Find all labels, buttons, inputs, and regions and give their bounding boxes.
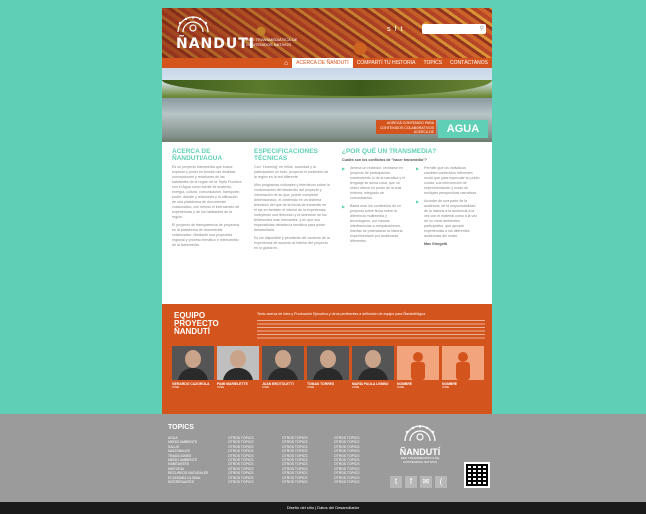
search-input[interactable] [422,31,478,41]
footer-logo-subtitle: RED TRANSMEDIÁTICA DE CONTENIDOS NATIVOS [400,456,440,464]
qr-code-icon [464,462,490,488]
hero-banner: AGREGÁ CONTENIDO PARA CONTENIDOS COLABOR… [162,68,492,142]
nav-item-contacto[interactable]: CONTÁCTANOS [446,58,492,68]
member-role: CINE [307,385,315,389]
why-bullet-2: Basta usar los contenidos de un proyecto… [342,204,406,244]
site-logo-subtitle: RED TRANSMEDIÁTICA DE CONTENIDOS NATIVOS [246,37,298,47]
member-photo-placeholder [442,346,484,380]
why-title: ¿POR QUÉ UN TRANSMEDIA? [342,148,437,155]
logo-mark-icon[interactable] [174,14,212,34]
why-signature: Max Giorgetti [424,242,447,246]
member-photo [307,346,349,380]
team-member[interactable]: PAMI MARIELETTE CINE [217,346,259,394]
member-role: CINE [172,385,180,389]
nav-item-acerca[interactable]: ACERCA DE ÑANDUTÍ [292,58,353,68]
why-bullet-1: Amena un recibidor, centrarse en proyect… [342,166,406,201]
member-photo-placeholder [397,346,439,380]
footer-logo[interactable]: ÑANDUTÍ RED TRANSMEDIÁTICA DE CONTENIDOS… [398,424,442,464]
twitter-icon[interactable]: t [400,26,402,33]
nav-item-historia[interactable]: COMPARTÍ TU HISTORIA [353,58,420,68]
member-photo [262,346,304,380]
topics-column-4: OTROS TOPICS OTROS TOPICS OTROS TOPICS OTRO… [334,436,380,484]
about-text-1: Es un proyecto transmedia que busca expl… [172,165,242,219]
team-intro: Texto acerca de Idea y Producción Ejecut… [257,312,426,316]
footer-logo-mark-icon [404,425,436,442]
team-member[interactable]: TOMAS TORRES CINE [307,346,349,394]
specs-text-2: Miro programas culturales y televisivos … [254,183,330,232]
topics-column-1: AGUA MEDIO AMBIENTE SALUD NACIONALES TRADICI… [168,436,216,484]
topics-column-3: OTROS TOPICS OTROS TOPICS OTROS TOPICS OTRO… [282,436,328,484]
topics-column-2: OTROS TOPICS OTROS TOPICS OTROS TOPICS OTRO… [228,436,274,484]
content-columns: ACERCA DE ÑANDUTI/AGUA Es un proyecto tr… [162,148,492,304]
site-logo-text[interactable]: ÑANDUTI [176,36,255,52]
team-section: EQUIPO PROYECTO ÑANDUTÍ Texto acerca de … [162,304,492,414]
member-role: CINE [352,385,360,389]
team-member[interactable]: NOMBRE CINE [397,346,439,394]
member-photo [172,346,214,380]
hero-badge[interactable]: AGUA [438,120,488,138]
header-search: ⚲ [422,24,486,41]
member-role: CINE [397,385,405,389]
about-title: ACERCA DE ÑANDUTI/AGUA [172,148,223,162]
team-member[interactable]: JUAN BROTOLETTI CINE [262,346,304,394]
site-container: ÑANDUTI RED TRANSMEDIÁTICA DE CONTENIDOS… [162,8,492,414]
team-members: GERARDO CAZOROLA CINE PAMI MARIELETTE CI… [172,346,488,394]
specs-title: ESPECIFICACIONES TÉCNICAS [254,148,318,162]
member-role: CINE [217,385,225,389]
credits-text[interactable]: Diseño del sitio | Datos del Desarrollad… [287,505,359,510]
mail-icon[interactable]: ✉ [420,476,432,488]
team-title: EQUIPO PROYECTO ÑANDUTÍ [174,311,219,336]
hero-trees [162,80,492,96]
why-bullet-4: Acceder de una parte de la audiencia, de… [416,199,480,239]
site-footer: TOPICS AGUA MEDIO AMBIENTE SALUD NACIONALES… [162,414,492,502]
team-member[interactable]: GERARDO CAZOROLA CINE [172,346,214,394]
team-member[interactable]: NOMBRE CINE [442,346,484,394]
member-photo [217,346,259,380]
search-icon[interactable]: ⚲ [480,25,484,32]
about-text-2: El proyecto de transparencia de proyecto… [172,223,240,247]
specs-text-3: Es los disponible y pendiente del contex… [254,236,330,250]
topic-link[interactable]: OTROS TOPICS [228,480,274,484]
home-icon[interactable]: ⌂ [280,60,292,67]
specs-text-1: Con "Learning" en niños, sociedad y la p… [254,165,329,179]
team-text-placeholder [257,320,485,340]
member-photo [352,346,394,380]
topic-link[interactable]: OTROS TOPICS [282,480,328,484]
why-bullet-3: Permitir que los individuos cambien cont… [416,166,480,196]
twitter-icon[interactable]: t [390,476,402,488]
share-icon[interactable]: s [387,26,391,33]
member-role: CINE [442,385,450,389]
main-nav: ⌂ ACERCA DE ÑANDUTÍ COMPARTÍ TU HISTORIA… [162,58,492,68]
column-about: ACERCA DE ÑANDUTI/AGUA Es un proyecto tr… [172,148,242,248]
column-why: ¿POR QUÉ UN TRANSMEDIA? Cuáles son los c… [342,148,482,246]
footer-social-icons: t f ✉ ( [390,476,447,488]
member-role: CINE [262,385,270,389]
topic-link[interactable]: INTERESANTES [168,480,216,484]
team-member[interactable]: MARÍA PAULA LEMBO CINE [352,346,394,394]
nav-item-topics[interactable]: TOPICS [420,58,447,68]
facebook-icon[interactable]: f [395,26,397,33]
facebook-icon[interactable]: f [405,476,417,488]
column-specs: ESPECIFICACIONES TÉCNICAS Con "Learning"… [254,148,330,251]
footer-credits: Diseño del sitio | Datos del Desarrollad… [0,502,646,514]
header-social-icons: s f t [387,26,402,33]
rss-icon[interactable]: ( [435,476,447,488]
hero-tag[interactable]: AGREGÁ CONTENIDO PARA CONTENIDOS COLABOR… [376,120,436,134]
footer-topics-title: TOPICS [168,424,194,431]
topic-link[interactable]: OTROS TOPICS [334,480,380,484]
